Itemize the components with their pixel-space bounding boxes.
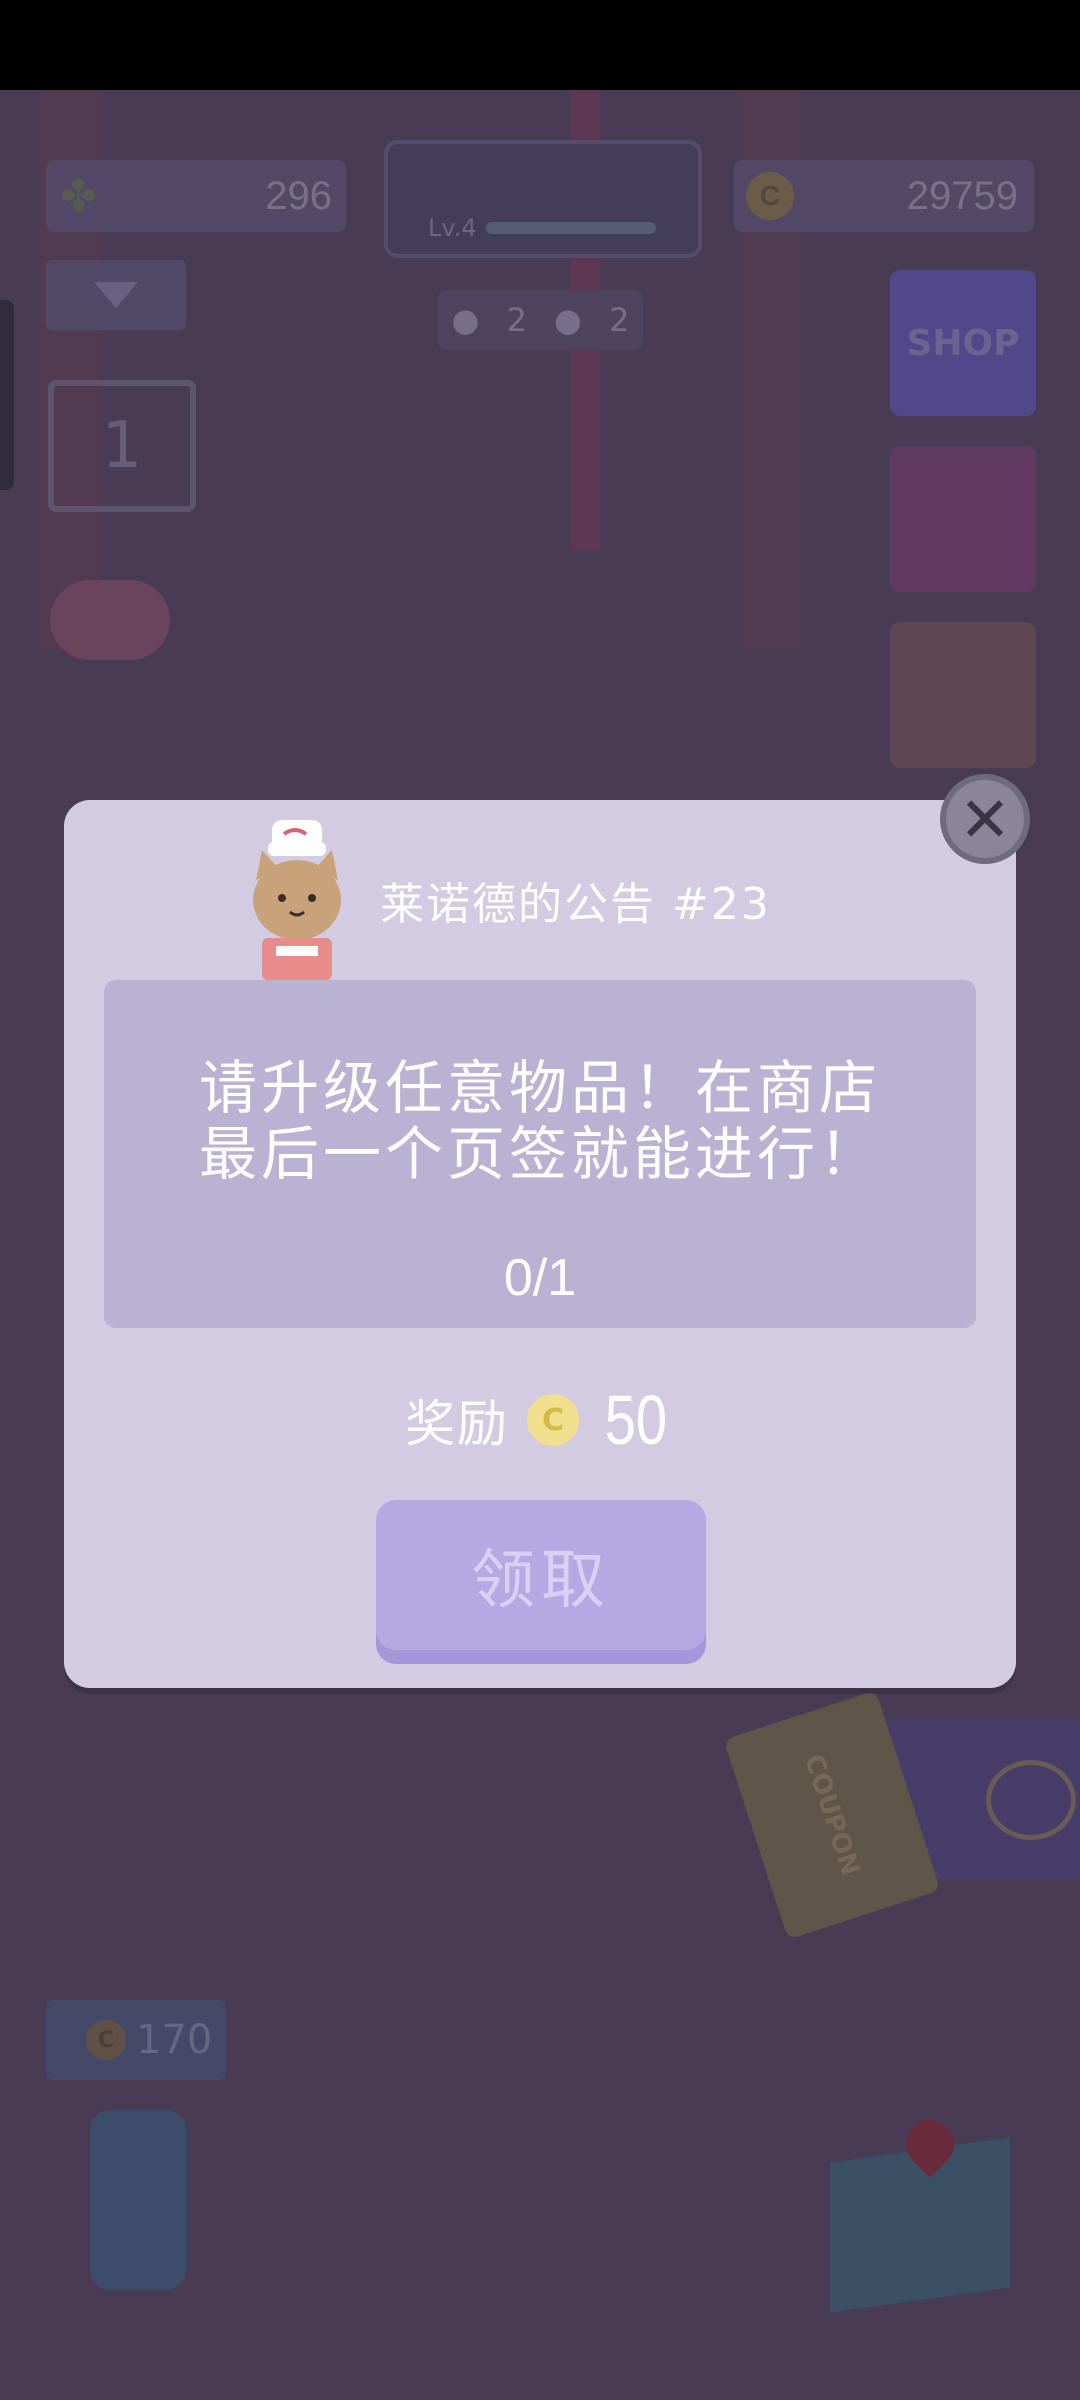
task-progress: 0/1	[503, 1249, 577, 1307]
status-bar	[0, 0, 1080, 90]
coin-icon: C	[527, 1394, 580, 1446]
close-icon: ✕	[959, 782, 1011, 856]
claim-button[interactable]: 领取	[376, 1500, 706, 1650]
claim-button-label: 领取	[471, 1544, 611, 1618]
task-description: 请升级任意物品！在商店 最后一个页签就能进行！	[198, 1054, 881, 1188]
reward-row: 奖励 C 50	[0, 1380, 1080, 1460]
reward-label: 奖励	[405, 1395, 510, 1453]
close-button[interactable]: ✕	[940, 774, 1030, 864]
dialog-title: 莱诺德的公告 #23	[380, 879, 771, 930]
cat-chef-avatar	[253, 820, 341, 980]
reward-value: 50	[604, 1381, 668, 1459]
